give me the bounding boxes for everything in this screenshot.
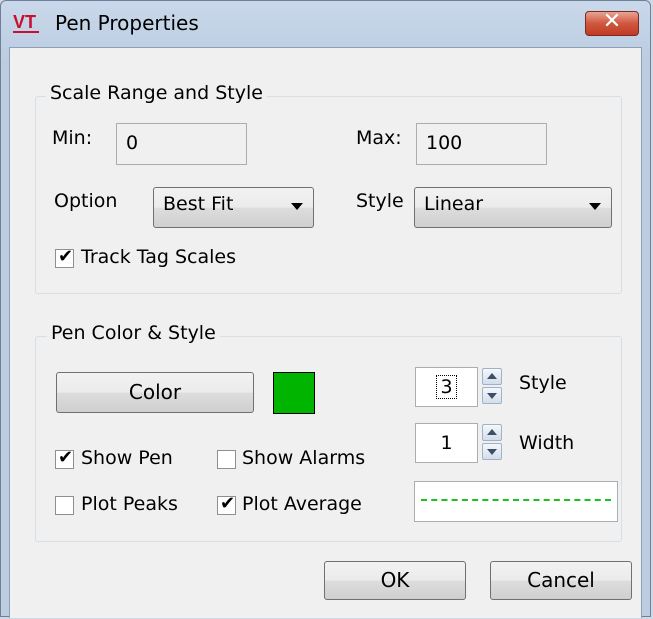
min-input[interactable]: 0 <box>116 123 247 165</box>
checkmark-icon: ✔ <box>220 493 236 514</box>
vt-app-icon: VT <box>13 12 39 33</box>
plot-peaks-checkbox[interactable] <box>55 496 74 515</box>
option-label: Option <box>54 190 118 212</box>
color-button[interactable]: Color <box>56 372 254 413</box>
checkmark-icon: ✔ <box>58 246 74 267</box>
chevron-down-icon <box>291 203 303 210</box>
arrow-down-icon <box>487 393 497 399</box>
style-dropdown-value: Linear <box>424 193 484 215</box>
width-spin-down-button[interactable] <box>482 443 502 460</box>
option-dropdown[interactable]: Best Fit <box>153 187 314 228</box>
max-label: Max: <box>356 127 402 149</box>
cancel-button[interactable]: Cancel <box>490 561 632 600</box>
style-spinner-value: 3 <box>436 375 457 399</box>
pen-color-swatch[interactable] <box>273 372 315 414</box>
pen-color-style-group-title: Pen Color & Style <box>47 322 220 344</box>
checkmark-icon: ✔ <box>58 447 74 468</box>
style-spinner-label: Style <box>519 372 567 394</box>
pen-properties-dialog: VT Pen Properties ✕ Scale Range and Styl… <box>0 0 651 618</box>
close-icon: ✕ <box>602 9 622 34</box>
option-dropdown-value: Best Fit <box>163 193 234 215</box>
style-dropdown[interactable]: Linear <box>414 187 612 228</box>
style-spinner-input[interactable]: 3 <box>415 367 478 407</box>
plot-average-checkbox[interactable]: ✔ <box>217 493 236 515</box>
width-spin-up-button[interactable] <box>482 424 502 441</box>
dashed-line-preview <box>421 499 611 501</box>
arrow-up-icon <box>487 373 497 379</box>
style-spin-down-button[interactable] <box>482 387 502 404</box>
style-label: Style <box>356 190 404 212</box>
ok-button[interactable]: OK <box>324 561 466 600</box>
width-spinner-label: Width <box>519 432 575 454</box>
arrow-down-icon <box>487 449 497 455</box>
title-bar[interactable]: VT Pen Properties ✕ <box>1 1 650 47</box>
close-button[interactable]: ✕ <box>585 9 639 36</box>
width-spinner-input[interactable]: 1 <box>415 423 478 463</box>
svg-text:VT: VT <box>13 12 36 32</box>
plot-average-label[interactable]: Plot Average <box>242 493 362 515</box>
style-spin-up-button[interactable] <box>482 368 502 385</box>
dialog-client-area: Scale Range and Style Min: 0 Max: 100 Op… <box>9 47 642 618</box>
plot-peaks-label[interactable]: Plot Peaks <box>81 493 178 515</box>
track-tag-scales-checkbox[interactable]: ✔ <box>55 246 74 268</box>
show-pen-checkbox[interactable]: ✔ <box>55 447 74 469</box>
arrow-up-icon <box>487 429 497 435</box>
track-tag-scales-label[interactable]: Track Tag Scales <box>81 246 236 268</box>
show-alarms-checkbox[interactable] <box>217 450 236 469</box>
chevron-down-icon <box>589 203 601 210</box>
scale-range-group-title: Scale Range and Style <box>46 82 267 104</box>
show-alarms-label[interactable]: Show Alarms <box>242 447 365 469</box>
show-pen-label[interactable]: Show Pen <box>81 447 173 469</box>
min-label: Min: <box>52 127 93 149</box>
max-input[interactable]: 100 <box>416 123 547 165</box>
pen-style-preview <box>414 481 618 522</box>
window-title: Pen Properties <box>55 11 199 35</box>
